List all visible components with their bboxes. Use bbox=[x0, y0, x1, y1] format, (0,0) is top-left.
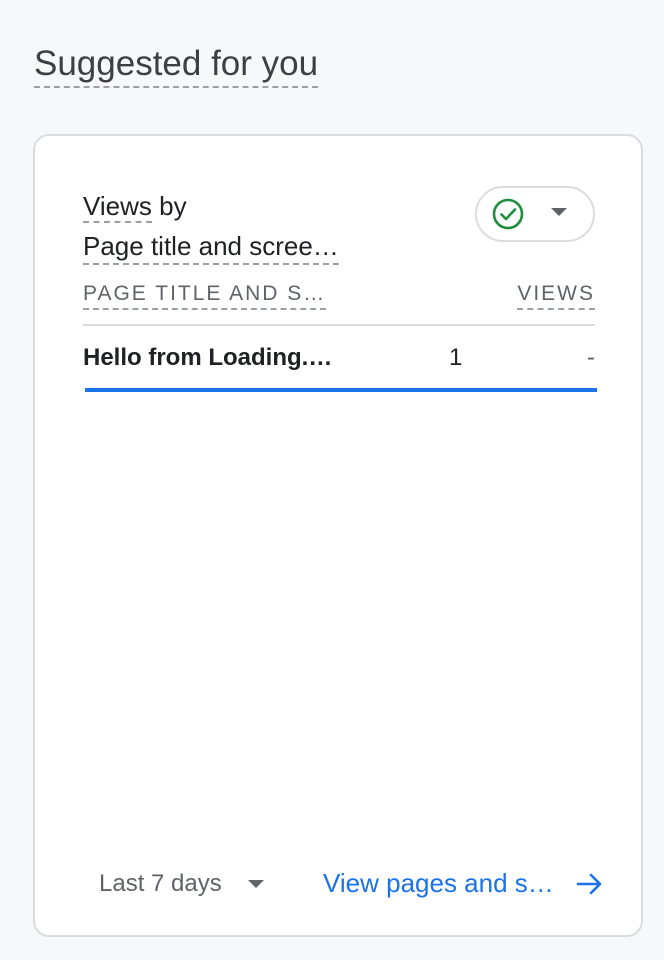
view-pages-link-label: View pages and s… bbox=[323, 868, 554, 898]
suggested-card: Views by Page title and scree… PAGE TITL… bbox=[33, 134, 643, 937]
table-header: PAGE TITLE AND S… VIEWS bbox=[83, 278, 595, 326]
row-views-change: - bbox=[587, 344, 595, 371]
row-views-value: 1 bbox=[449, 344, 463, 371]
view-pages-link[interactable]: View pages and s… bbox=[323, 868, 604, 899]
column-header-page-title[interactable]: PAGE TITLE AND S… bbox=[83, 280, 327, 310]
metric-label[interactable]: Views bbox=[83, 191, 152, 223]
card-title: Views by Page title and scree… bbox=[83, 186, 383, 266]
table-row[interactable]: Hello from Loading.… 1 - bbox=[83, 326, 597, 392]
title-by: by bbox=[151, 191, 187, 221]
row-value-bar bbox=[85, 388, 597, 392]
status-dropdown[interactable] bbox=[475, 186, 595, 242]
chevron-down-icon bbox=[247, 880, 264, 888]
dimension-label[interactable]: Page title and scree… bbox=[83, 229, 339, 265]
date-range-label: Last 7 days bbox=[99, 870, 222, 897]
row-page-title: Hello from Loading.… bbox=[83, 344, 333, 371]
chevron-down-icon bbox=[551, 208, 567, 216]
column-header-views[interactable]: VIEWS bbox=[517, 280, 595, 310]
arrow-right-icon bbox=[576, 873, 602, 894]
section-title: Suggested for you bbox=[34, 44, 319, 88]
date-range-dropdown[interactable]: Last 7 days bbox=[99, 870, 264, 898]
check-circle-icon bbox=[492, 198, 524, 230]
